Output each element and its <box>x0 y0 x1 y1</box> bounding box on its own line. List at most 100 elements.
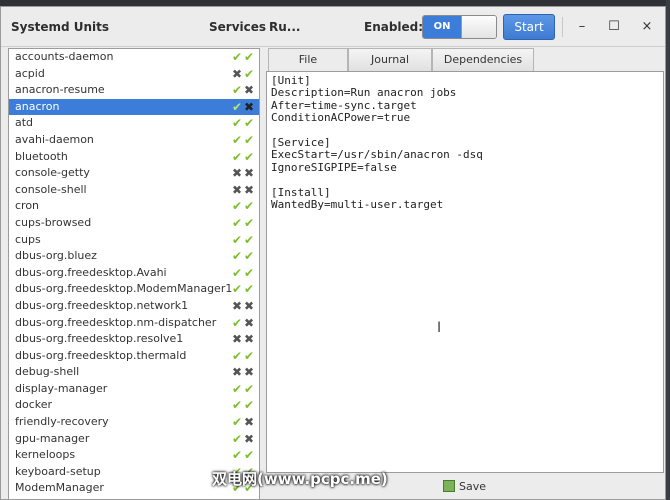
unit-row[interactable]: debug-shell ✖ ✖ <box>9 364 259 381</box>
check-icon: ✔ <box>231 99 243 114</box>
check-icon: ✔ <box>231 132 243 147</box>
unit-row[interactable]: acpid ✖ ✔ <box>9 66 259 83</box>
check-icon: ✔ <box>243 149 255 164</box>
unit-row[interactable]: dbus-org.freedesktop.resolve1 ✖ ✖ <box>9 331 259 348</box>
unit-status-icons: ✔ ✔ <box>231 198 255 215</box>
unit-status-icons: ✖ ✔ <box>231 66 255 83</box>
unit-row[interactable]: dbus-org.freedesktop.ModemManager1 ✔ ✔ <box>9 281 259 298</box>
check-icon: ✔ <box>231 415 243 430</box>
unit-row[interactable]: cron ✔ ✔ <box>9 198 259 215</box>
check-icon: ✔ <box>243 381 255 396</box>
unit-row[interactable]: friendly-recovery ✔ ✖ <box>9 414 259 431</box>
unit-row[interactable]: cups ✔ ✔ <box>9 232 259 249</box>
unit-status-icons: ✖ ✖ <box>231 298 255 315</box>
unit-status-icons: ✔ ✔ <box>231 281 255 298</box>
cross-icon: ✖ <box>231 365 243 380</box>
save-icon <box>443 480 455 492</box>
unit-status-icons: ✔ ✖ <box>231 99 255 116</box>
unit-name: dbus-org.bluez <box>15 249 97 263</box>
unit-row[interactable]: kerneloops ✔ ✔ <box>9 447 259 464</box>
unit-row[interactable]: dbus-org.freedesktop.network1 ✖ ✖ <box>9 298 259 315</box>
check-icon: ✔ <box>243 282 255 297</box>
enabled-label: Enabled: <box>364 20 424 34</box>
minimize-icon[interactable]: – <box>574 19 590 35</box>
unit-row[interactable]: dbus-org.freedesktop.Avahi ✔ ✔ <box>9 265 259 282</box>
watermark: 双电网(www.pcpc.me) <box>212 470 388 488</box>
unit-row[interactable]: bluetooth ✔ ✔ <box>9 149 259 166</box>
cross-icon: ✖ <box>243 365 255 380</box>
tab-dependencies[interactable]: Dependencies <box>432 48 534 71</box>
titlebar-separator <box>562 17 563 37</box>
unit-name: atd <box>15 116 34 130</box>
cross-icon: ✖ <box>231 66 243 81</box>
check-icon: ✔ <box>231 249 243 264</box>
unit-row[interactable]: cups-browsed ✔ ✔ <box>9 215 259 232</box>
code-line: ExecStart=/usr/sbin/anacron -dsq <box>271 148 483 162</box>
unit-name: bluetooth <box>15 149 68 163</box>
check-icon: ✔ <box>243 348 255 363</box>
unit-name: dbus-org.freedesktop.network1 <box>15 298 189 312</box>
unit-status-icons: ✔ ✖ <box>231 315 255 332</box>
unit-name: kerneloops <box>15 448 76 462</box>
unit-name: cron <box>15 199 40 213</box>
unit-row[interactable]: dbus-org.freedesktop.thermald ✔ ✔ <box>9 348 259 365</box>
check-icon: ✔ <box>231 116 243 131</box>
check-icon: ✔ <box>231 149 243 164</box>
unit-row[interactable]: avahi-daemon ✔ ✔ <box>9 132 259 149</box>
unit-row[interactable]: gpu-manager ✔ ✖ <box>9 431 259 448</box>
unit-row[interactable]: anacron ✔ ✖ <box>9 98 259 116</box>
enabled-toggle[interactable]: ON <box>422 15 497 39</box>
unit-row[interactable]: console-shell ✖ ✖ <box>9 182 259 199</box>
maximize-icon[interactable]: ☐ <box>606 19 622 35</box>
cross-icon: ✖ <box>243 315 255 330</box>
unit-row[interactable]: dbus-org.freedesktop.nm-dispatcher ✔ ✖ <box>9 315 259 332</box>
unit-status-icons: ✔ ✔ <box>231 232 255 249</box>
check-icon: ✔ <box>243 66 255 81</box>
code-line: WantedBy=multi-user.target <box>271 197 444 211</box>
unit-row[interactable]: atd ✔ ✔ <box>9 115 259 132</box>
unit-name: docker <box>15 398 53 412</box>
tab-file[interactable]: File <box>268 48 348 71</box>
cross-icon: ✖ <box>231 332 243 347</box>
tab-journal[interactable]: Journal <box>348 48 432 71</box>
unit-row[interactable]: anacron-resume ✔ ✖ <box>9 82 259 99</box>
check-icon: ✔ <box>243 116 255 131</box>
unit-list[interactable]: accounts-daemon ✔ ✔ acpid ✖ ✔ anacron-resume ✔ ✖… <box>8 48 260 500</box>
unit-name: friendly-recovery <box>15 415 109 429</box>
check-icon: ✔ <box>243 232 255 247</box>
cross-icon: ✖ <box>243 332 255 347</box>
unit-status-icons: ✔ ✔ <box>231 248 255 265</box>
save-button[interactable]: Save <box>443 478 503 496</box>
unit-file-editor[interactable]: I [Unit] Description=Run anacron jobs Afte… <box>266 71 664 473</box>
unit-row[interactable]: console-getty ✖ ✖ <box>9 165 259 182</box>
unit-name: dbus-org.freedesktop.thermald <box>15 348 187 362</box>
unit-name: dbus-org.freedesktop.Avahi <box>15 265 167 279</box>
unit-row[interactable]: accounts-daemon ✔ ✔ <box>9 49 259 66</box>
unit-row[interactable]: docker ✔ ✔ <box>9 397 259 414</box>
unit-row[interactable]: display-manager ✔ ✔ <box>9 381 259 398</box>
check-icon: ✔ <box>243 448 255 463</box>
window-title: Systemd Units <box>11 20 110 34</box>
toggle-knob <box>461 16 496 38</box>
unit-status-icons: ✔ ✖ <box>231 414 255 431</box>
unit-name: ModemManager <box>15 481 104 495</box>
services-label: Services <box>209 20 267 34</box>
check-icon: ✔ <box>243 398 255 413</box>
check-icon: ✔ <box>243 215 255 230</box>
unit-name: acpid <box>15 66 45 80</box>
unit-name: cups-browsed <box>15 215 92 229</box>
unit-status-icons: ✔ ✔ <box>231 215 255 232</box>
unit-name: anacron-resume <box>15 83 105 97</box>
unit-row[interactable]: dbus-org.bluez ✔ ✔ <box>9 248 259 265</box>
unit-name: console-getty <box>15 166 90 180</box>
cross-icon: ✖ <box>243 83 255 98</box>
save-label: Save <box>459 480 487 493</box>
close-icon[interactable]: × <box>639 19 655 35</box>
check-icon: ✔ <box>231 398 243 413</box>
unit-name: avahi-daemon <box>15 132 94 146</box>
start-button[interactable]: Start <box>503 14 555 40</box>
unit-status-icons: ✔ ✔ <box>231 397 255 414</box>
cross-icon: ✖ <box>231 298 243 313</box>
unit-name: cups <box>15 232 41 246</box>
